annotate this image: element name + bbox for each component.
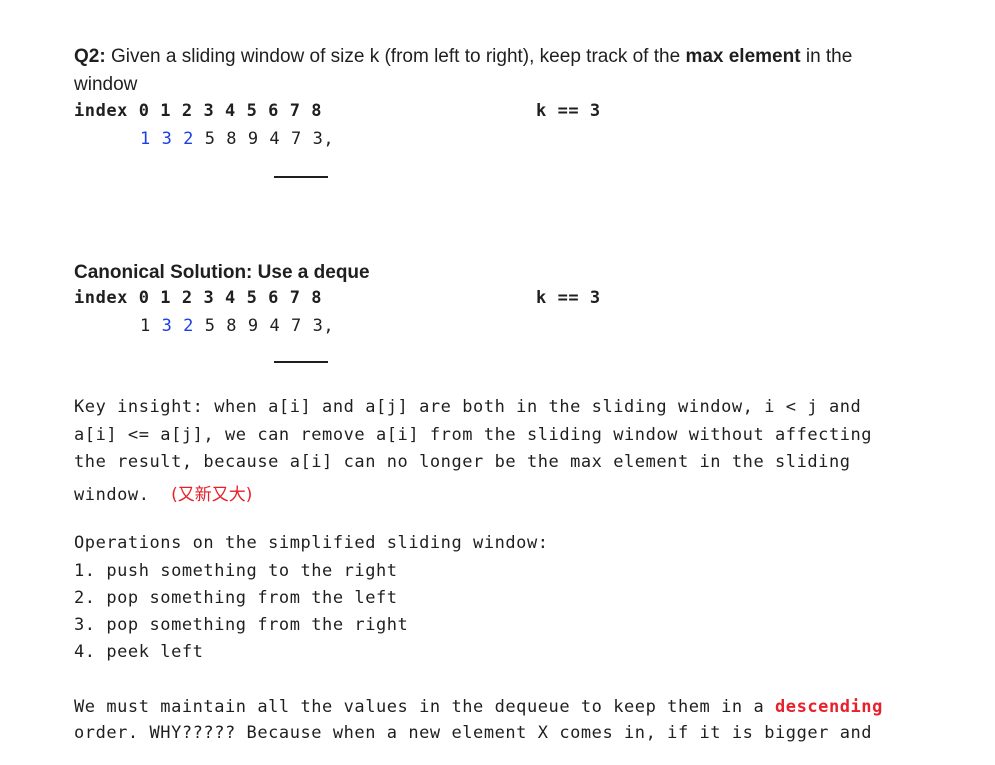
remaining-values: 5 8 9 4 7 3, — [193, 129, 335, 149]
first-value: 1 — [140, 316, 151, 336]
insight-line-2: a[i] <= a[j], we can remove a[i] from th… — [74, 425, 873, 445]
chinese-note: (又新又大) — [171, 485, 253, 505]
canonical-heading: Canonical Solution: Use a deque — [74, 262, 370, 283]
index-label: index — [74, 288, 128, 308]
question-line-2: window — [74, 74, 138, 95]
index-row-1: index 0 1 2 3 4 5 6 7 8 — [74, 101, 322, 121]
window-values: 1 3 2 — [140, 129, 194, 149]
maintain-line-2: order. WHY????? Because when a new eleme… — [74, 723, 873, 743]
operation-item: 4. peek left — [74, 642, 204, 662]
descending-highlight: descending — [775, 697, 883, 717]
index-label: index — [74, 101, 128, 121]
deque-values: 3 2 — [161, 316, 194, 336]
insight-text: window. — [74, 485, 150, 505]
insight-line-1: Key insight: when a[i] and a[j] are both… — [74, 397, 862, 417]
operation-item: 1. push something to the right — [74, 561, 398, 581]
index-row-2: index 0 1 2 3 4 5 6 7 8 — [74, 288, 322, 308]
remaining-values: 5 8 9 4 7 3, — [193, 316, 335, 336]
operations-title: Operations on the simplified sliding win… — [74, 533, 549, 553]
question-bold-phrase: max element — [685, 46, 801, 67]
question-label: Q2: — [74, 46, 106, 67]
window-underline-2 — [274, 361, 328, 363]
values-row-2: 1 3 2 5 8 9 4 7 3, — [140, 316, 334, 336]
index-numbers: 0 1 2 3 4 5 6 7 8 — [138, 101, 323, 121]
operation-item: 2. pop something from the left — [74, 588, 398, 608]
maintain-line-1: We must maintain all the values in the d… — [74, 697, 883, 717]
question-text: Given a sliding window of size k (from l… — [105, 46, 686, 67]
operation-item: 3. pop something from the right — [74, 615, 409, 635]
k-value-1: k == 3 — [536, 101, 601, 121]
question-text-end: in the — [800, 46, 853, 67]
question-line: Q2: Given a sliding window of size k (fr… — [74, 46, 852, 68]
window-underline-1 — [274, 176, 328, 178]
k-value-2: k == 3 — [536, 288, 601, 308]
maintain-text: We must maintain all the values in the d… — [74, 697, 776, 717]
insight-line-3: the result, because a[i] can no longer b… — [74, 452, 851, 472]
values-row-1: 1 3 2 5 8 9 4 7 3, — [140, 129, 334, 149]
index-numbers: 0 1 2 3 4 5 6 7 8 — [138, 288, 323, 308]
insight-line-4: window. (又新又大) — [74, 480, 252, 505]
